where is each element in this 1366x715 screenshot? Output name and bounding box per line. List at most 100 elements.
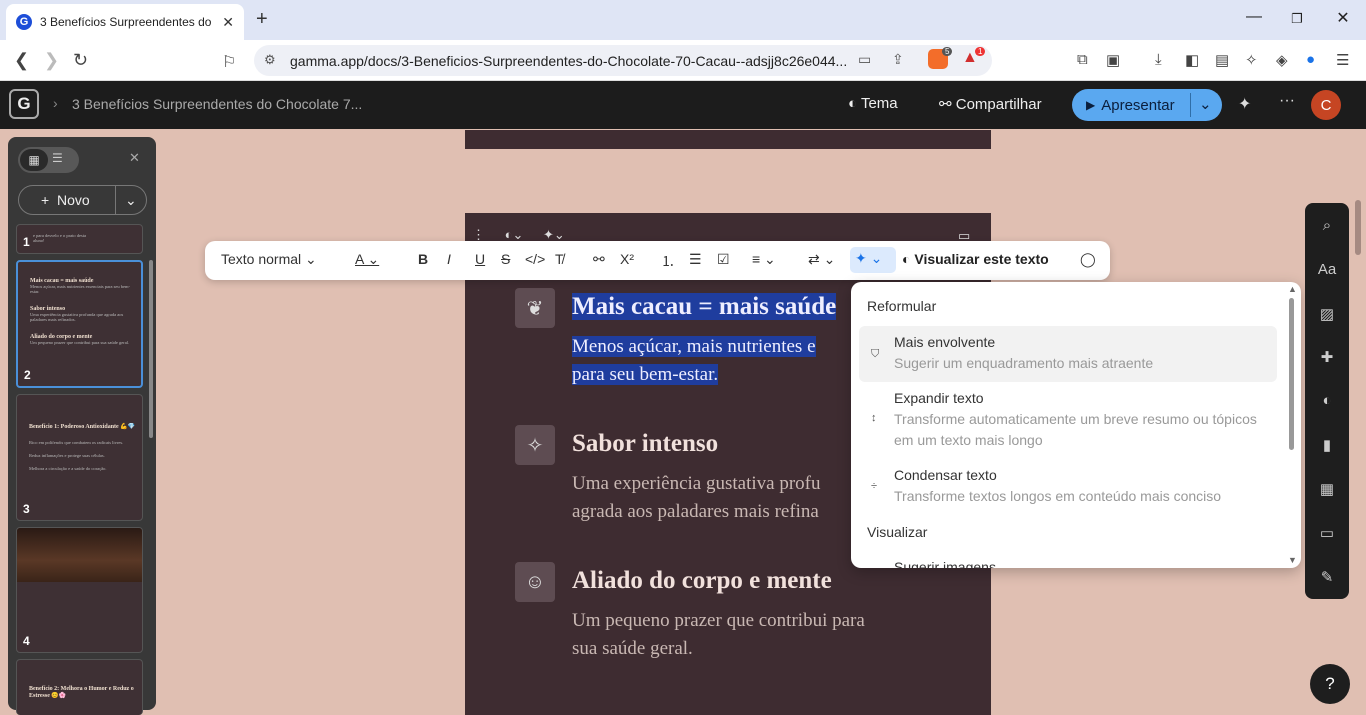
strikethrough-icon[interactable]: S (501, 251, 510, 267)
section-heading: Visualizar (867, 524, 928, 540)
thumb-text: Um pequeno prazer que contribui para sua… (30, 340, 130, 345)
menu-icon[interactable]: ☰ (1336, 51, 1349, 69)
menu-item-engaging[interactable]: ⛉ Mais envolvente Sugerir um enquadramen… (859, 326, 1277, 382)
chevron-down-icon[interactable]: ⌄ (125, 192, 137, 209)
reload-icon[interactable]: ↻ (73, 50, 88, 71)
sparkle-icon[interactable]: ✦ (1238, 94, 1251, 114)
present-button[interactable]: ▶ Apresentar ⌄ (1072, 89, 1222, 121)
text-style-select[interactable]: Texto normal ⌄ (221, 251, 317, 268)
slide-thumbnail[interactable]: Benefício 2: Melhora o Humor e Reduz o E… (16, 659, 143, 715)
superscript-icon[interactable]: X² (620, 251, 634, 267)
address-bar[interactable]: ⚙ gamma.app/docs/3-Beneficios-Surpreende… (254, 45, 992, 76)
numbered-list-icon[interactable]: ⒈ (661, 251, 675, 271)
cards-view-icon[interactable]: ▦ (20, 149, 48, 171)
gamma-logo-icon[interactable]: G (9, 89, 39, 119)
bookmark-icon[interactable]: ⚐ (222, 52, 236, 72)
align-icon[interactable]: ≡ ⌄ (752, 251, 776, 268)
list-view-icon[interactable]: ☰ (52, 151, 63, 165)
blocks-icon[interactable]: ✚ (1317, 348, 1337, 366)
menu-item-condense[interactable]: ÷ Condensar texto Transforme textos long… (859, 462, 1277, 510)
sidebar-toggle-icon[interactable]: ◧ (1185, 51, 1199, 69)
window-close-icon[interactable]: ✕ (1333, 8, 1353, 28)
slide-thumbnail[interactable]: e para desvelo e o prato desta aluno! 1 (16, 224, 143, 254)
item-body[interactable]: Um pequeno prazer que contribui para sua … (572, 607, 932, 663)
back-icon[interactable]: ❮ (14, 50, 29, 71)
embed-icon[interactable]: ▭ (1317, 524, 1337, 542)
forward-icon[interactable]: ❯ (44, 50, 59, 71)
wallet-icon[interactable]: ▤ (1215, 51, 1229, 69)
view-toggle[interactable]: ▦ ☰ (18, 147, 79, 173)
site-info-icon[interactable]: ⚙ (264, 52, 276, 68)
item-body[interactable]: Menos açúcar, mais nutrientes e para seu … (572, 333, 852, 389)
close-sidebar-icon[interactable]: ✕ (129, 150, 140, 166)
sidebar-scrollbar[interactable] (149, 260, 153, 438)
chevron-down-icon[interactable]: ⌄ (1199, 95, 1212, 113)
new-card-button[interactable]: + Novo ⌄ (18, 185, 147, 215)
text-icon[interactable]: Aa (1317, 261, 1337, 278)
scroll-up-icon[interactable]: ▲ (1288, 284, 1297, 294)
maximize-icon[interactable]: ❐ (1287, 11, 1307, 27)
visualize-button[interactable]: ◐ Visualizar este texto (902, 251, 1049, 267)
more-icon[interactable]: ··· (1279, 92, 1295, 110)
convert-icon[interactable]: ⇄ ⌄ (808, 251, 835, 268)
underline-icon[interactable]: U (475, 251, 485, 267)
clear-format-icon[interactable]: T̸ (555, 251, 564, 267)
profile-icon[interactable]: ● (1306, 51, 1315, 68)
slide-number: 1 (23, 235, 30, 249)
thumb-text: Reduz inflamações e protege suas células… (29, 453, 105, 458)
vpn-icon[interactable]: ◈ (1276, 51, 1288, 69)
theme-button[interactable]: ◐ Tema (848, 95, 898, 112)
avatar[interactable]: C (1311, 90, 1341, 120)
italic-icon[interactable]: I (447, 251, 451, 267)
new-tab-icon[interactable]: + (256, 8, 268, 31)
toggle-icon[interactable]: ◐ (1317, 392, 1337, 409)
card-ai-icon[interactable]: ✦⌄ (543, 227, 565, 242)
table-icon[interactable]: ▦ (1317, 480, 1337, 498)
slide-thumbnail[interactable]: 4 (16, 527, 143, 653)
code-icon[interactable]: </> (525, 251, 545, 267)
menu-scrollbar[interactable] (1289, 298, 1294, 450)
comment-icon[interactable]: ◯ (1080, 251, 1096, 268)
share-button[interactable]: ⚯ Compartilhar (939, 95, 1042, 113)
leo-ai-icon[interactable]: ✧ (1245, 51, 1258, 69)
download-icon[interactable]: ⤓ (1155, 51, 1162, 68)
share-page-icon[interactable]: ⇪ (892, 51, 904, 68)
thumb-text: Rico em polifenóis que combatem os radic… (29, 440, 124, 445)
checklist-icon[interactable]: ☑ (717, 251, 730, 268)
item-title[interactable]: Sabor intenso (572, 430, 718, 458)
menu-item-suggest-images[interactable]: Sugerir imagens (859, 554, 1277, 568)
page-scrollbar[interactable] (1355, 200, 1361, 255)
ai-edit-button-active[interactable]: ✦ ⌄ (850, 247, 896, 273)
menu-item-desc: Transforme textos longos em conteúdo mai… (894, 488, 1222, 504)
magic-wand-icon: ✧ (515, 425, 555, 465)
extensions-icon[interactable]: ⧉ (1077, 51, 1088, 68)
browser-tab[interactable]: G 3 Benefícios Surpreendentes do ✕ (6, 4, 244, 40)
item-body[interactable]: Uma experiência gustativa profu agrada ao… (572, 470, 852, 526)
thumb-text: Melhora a circulação e a saúde do coraçã… (29, 466, 107, 471)
item-title[interactable]: Mais cacau = mais saúde (572, 293, 837, 321)
card-style-icon[interactable]: ◐⌄ (505, 227, 524, 242)
help-button[interactable]: ? (1310, 664, 1350, 704)
scroll-down-icon[interactable]: ▼ (1288, 555, 1297, 565)
bullet-list-icon[interactable]: ☰ (689, 251, 702, 268)
image-icon[interactable]: ▨ (1317, 305, 1337, 323)
text-color-icon[interactable]: A ⌄ (355, 251, 379, 268)
edit-icon[interactable]: ✎ (1317, 568, 1337, 586)
slide-thumbnail[interactable]: Benefício 1: Poderoso Antioxidante 💪💎 Ri… (16, 394, 143, 521)
close-tab-icon[interactable]: ✕ (222, 14, 234, 31)
card-menu-icon[interactable]: ⋮ (472, 227, 485, 242)
bold-icon[interactable]: B (418, 251, 428, 267)
link-icon[interactable]: ⚯ (593, 251, 605, 268)
chart-icon[interactable]: ▮ (1317, 436, 1337, 454)
section-heading: Reformular (867, 298, 937, 314)
cast-icon[interactable]: ▭ (858, 51, 871, 68)
slide-thumbnail-selected[interactable]: Mais cacau = mais saúde Menos açúcar, ma… (16, 260, 143, 388)
search-icon[interactable]: ⌕ (1317, 217, 1337, 234)
reader-icon[interactable]: ▣ (1106, 51, 1120, 69)
menu-item-expand[interactable]: ↕ Expandir texto Transforme automaticame… (859, 386, 1277, 456)
item-title[interactable]: Aliado do corpo e mente (572, 567, 832, 595)
palette-icon: ◐ (848, 95, 861, 112)
minimize-icon[interactable]: — (1244, 8, 1264, 26)
plus-icon: + (41, 192, 54, 208)
doc-title[interactable]: 3 Benefícios Surpreendentes do Chocolate… (72, 96, 362, 112)
